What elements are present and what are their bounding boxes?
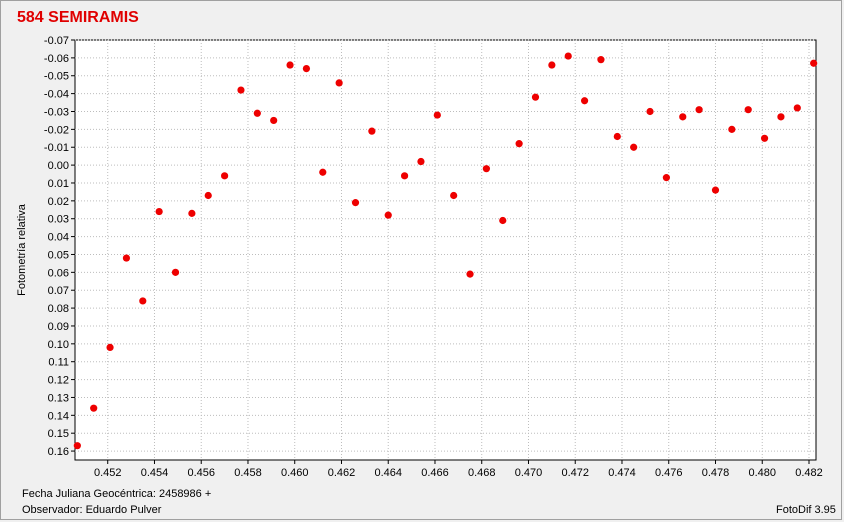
data-point — [90, 404, 98, 412]
data-point — [466, 270, 474, 278]
data-point — [106, 343, 114, 352]
x-tick-label: 0.482 — [795, 467, 823, 479]
y-axis-ticks: -0.07 -0.06 -0.05 -0.04 -0.03 -0.02 -0.01 0.00 0… — [44, 35, 75, 458]
x-tick-label: 0.460 — [281, 467, 309, 479]
data-point — [221, 172, 229, 180]
data-point — [580, 97, 589, 105]
data-point — [73, 442, 81, 450]
chart-area: -0.07 -0.06 -0.05 -0.04 -0.03 -0.02 -0.01 0.00 0… — [16, 35, 823, 479]
y-tick-label: 0.16 — [48, 446, 69, 458]
data-point — [695, 106, 703, 114]
data-point — [171, 268, 180, 276]
y-tick-label: -0.03 — [44, 106, 69, 118]
x-tick-label: 0.474 — [608, 467, 636, 479]
data-point — [810, 59, 818, 67]
data-point — [777, 113, 785, 121]
data-point — [499, 216, 507, 225]
data-point — [368, 127, 376, 135]
data-point — [515, 140, 523, 148]
data-point — [122, 254, 131, 262]
x-tick-label: 0.478 — [702, 467, 730, 479]
data-point — [531, 93, 540, 101]
data-point — [384, 211, 392, 219]
data-point — [302, 64, 311, 73]
data-point — [270, 116, 278, 125]
data-point — [286, 61, 294, 69]
y-tick-label: 0.05 — [48, 249, 69, 261]
y-tick-label: 0.07 — [48, 285, 69, 297]
data-point — [548, 61, 556, 69]
data-point — [793, 104, 801, 112]
x-tick-label: 0.456 — [187, 467, 215, 479]
software-version: FotoDif 3.95 — [776, 504, 836, 516]
y-tick-label: 0.01 — [48, 178, 69, 190]
data-point — [319, 168, 327, 176]
y-tick-label: -0.02 — [44, 124, 69, 136]
y-tick-label: 0.09 — [48, 321, 69, 333]
y-tick-label: 0.11 — [48, 357, 69, 369]
data-point — [253, 109, 261, 117]
y-tick-label: -0.07 — [44, 35, 69, 47]
data-point — [450, 191, 458, 200]
y-tick-label: -0.05 — [44, 71, 69, 83]
x-tick-label: 0.466 — [421, 467, 449, 479]
data-point — [662, 174, 670, 182]
data-point — [155, 207, 163, 216]
data-point — [760, 134, 769, 142]
y-tick-label: 0.00 — [48, 160, 69, 172]
y-tick-label: -0.01 — [44, 142, 69, 154]
data-point — [433, 111, 441, 119]
x-tick-label: 0.462 — [328, 467, 356, 479]
observer-label: Observador: Eduardo Pulver — [22, 504, 162, 516]
y-tick-label: 0.13 — [48, 392, 69, 404]
data-point — [630, 143, 638, 151]
data-point — [188, 209, 196, 217]
y-tick-label: 0.12 — [48, 375, 69, 387]
x-tick-label: 0.468 — [468, 467, 496, 479]
y-tick-label: 0.04 — [48, 232, 69, 244]
x-tick-label: 0.464 — [374, 467, 402, 479]
y-tick-label: 0.08 — [48, 303, 69, 315]
data-point — [204, 191, 212, 200]
data-point — [744, 106, 752, 114]
x-tick-label: 0.458 — [234, 467, 262, 479]
data-point — [646, 107, 654, 116]
data-point — [728, 125, 736, 133]
y-tick-label: 0.15 — [48, 428, 69, 440]
x-tick-label: 0.480 — [748, 467, 776, 479]
y-axis-label: Fotometría relativa — [16, 203, 28, 296]
y-tick-label: 0.06 — [48, 267, 69, 279]
x-tick-label: 0.454 — [141, 467, 169, 479]
data-point — [679, 113, 687, 121]
x-tick-label: 0.470 — [515, 467, 543, 479]
date-label: Fecha Juliana Geocéntrica: 2458986 + — [22, 488, 212, 500]
data-point — [400, 172, 409, 180]
y-tick-label: -0.06 — [44, 53, 69, 65]
y-tick-label: 0.02 — [48, 196, 69, 208]
x-tick-label: 0.472 — [561, 467, 589, 479]
x-axis-ticks: 0.452 0.454 0.456 0.458 0.460 0.462 0.464 0.466… — [94, 460, 823, 479]
x-tick-label: 0.476 — [655, 467, 683, 479]
data-point — [564, 52, 572, 60]
data-point — [597, 56, 605, 64]
data-point — [482, 165, 491, 173]
x-tick-label: 0.452 — [94, 467, 122, 479]
data-point — [417, 157, 425, 166]
data-point — [613, 132, 621, 141]
y-tick-label: 0.03 — [48, 214, 69, 226]
data-point — [351, 199, 360, 207]
y-tick-label: 0.14 — [48, 410, 69, 422]
data-point — [139, 297, 147, 305]
data-point — [335, 79, 343, 87]
y-tick-label: 0.10 — [48, 339, 69, 351]
data-point — [711, 186, 720, 194]
data-point — [237, 86, 245, 94]
y-tick-label: -0.04 — [44, 89, 69, 101]
